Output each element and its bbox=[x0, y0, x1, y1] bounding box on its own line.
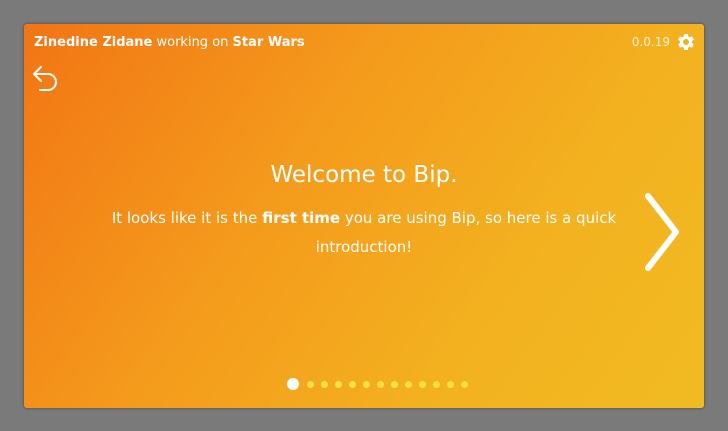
pager-dot[interactable] bbox=[320, 380, 328, 388]
pager-dot[interactable] bbox=[306, 380, 314, 388]
user-name: Zinedine Zidane bbox=[34, 34, 153, 50]
welcome-window: Zinedine Zidane working on Star Wars 0.0… bbox=[24, 24, 704, 408]
user-status: Zinedine Zidane working on Star Wars bbox=[34, 35, 305, 50]
pager-dot[interactable] bbox=[287, 378, 299, 390]
desc-text-bold: first time bbox=[262, 209, 341, 227]
next-slide-button[interactable] bbox=[642, 190, 682, 274]
slide-content: Welcome to Bip. It looks like it is the … bbox=[84, 162, 644, 262]
slide-description: It looks like it is the first time you a… bbox=[104, 204, 624, 262]
pager-dot[interactable] bbox=[390, 380, 398, 388]
pager-dot[interactable] bbox=[362, 380, 370, 388]
desc-text-after: you are using Bip, so here is a quick in… bbox=[315, 209, 617, 256]
chevron-right-icon bbox=[645, 193, 679, 271]
top-right-controls: 0.0.19 bbox=[632, 32, 696, 52]
slide-title: Welcome to Bip. bbox=[270, 162, 458, 188]
working-on-label: working on bbox=[156, 34, 229, 50]
version-label: 0.0.19 bbox=[631, 35, 670, 49]
pager-dot[interactable] bbox=[432, 380, 440, 388]
pager-dot[interactable] bbox=[376, 380, 384, 388]
slide-pager bbox=[24, 378, 704, 390]
pager-dot[interactable] bbox=[404, 380, 412, 388]
pager-dot[interactable] bbox=[460, 380, 468, 388]
desc-text-before: It looks like it is the bbox=[111, 209, 263, 227]
project-name: Star Wars bbox=[232, 34, 305, 50]
pager-dot[interactable] bbox=[334, 380, 342, 388]
pager-dot[interactable] bbox=[418, 380, 426, 388]
gear-icon[interactable] bbox=[676, 32, 696, 52]
back-arrow-icon[interactable] bbox=[30, 64, 60, 92]
pager-dot[interactable] bbox=[446, 380, 454, 388]
top-bar: Zinedine Zidane working on Star Wars 0.0… bbox=[34, 32, 696, 52]
pager-dot[interactable] bbox=[348, 380, 356, 388]
